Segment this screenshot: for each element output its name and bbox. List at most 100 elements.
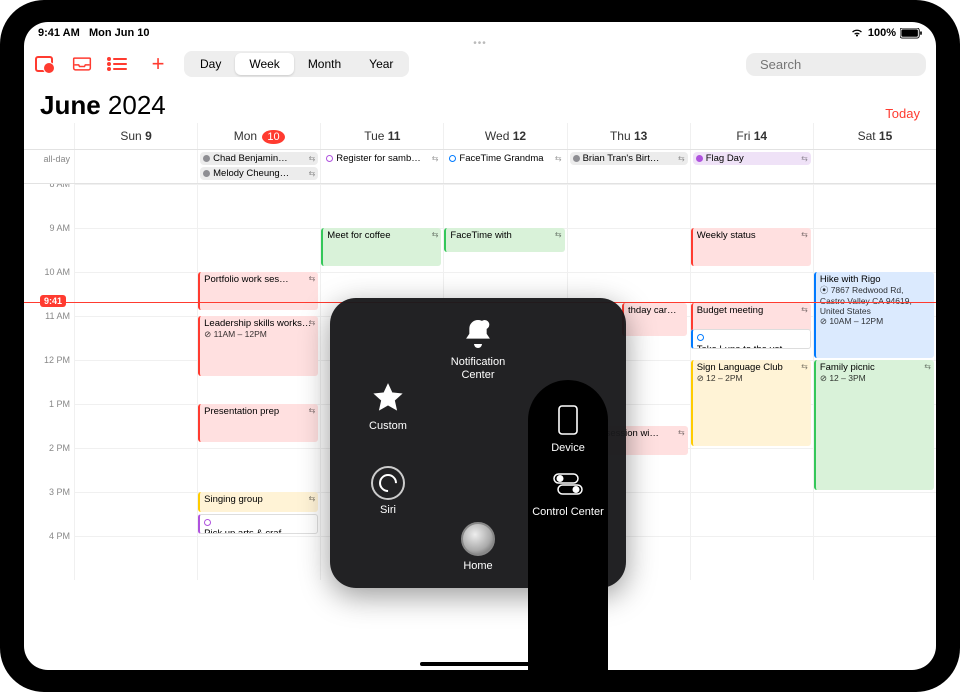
day-header-cell[interactable]: Sat 15 xyxy=(813,123,936,149)
battery-text: 100% xyxy=(868,27,896,39)
hour-label: 9 AM xyxy=(24,223,74,267)
seg-year[interactable]: Year xyxy=(355,53,407,75)
allday-event[interactable]: Brian Tran's Birt…⇆ xyxy=(570,152,688,165)
grid-cell[interactable] xyxy=(74,316,197,360)
at-control-center[interactable]: Control Center xyxy=(528,466,608,519)
grid-cell[interactable] xyxy=(74,360,197,404)
star-icon xyxy=(370,380,406,416)
grid-cell[interactable] xyxy=(197,536,320,580)
search-input[interactable] xyxy=(760,57,936,72)
calendar-event[interactable]: Leadership skills workshop⊘ 11AM – 12PM⇆ xyxy=(198,316,318,376)
calendars-button[interactable] xyxy=(34,54,54,74)
grid-cell[interactable] xyxy=(690,492,813,536)
grid-cell[interactable] xyxy=(74,492,197,536)
calendar-event[interactable]: Budget meeting⇆ xyxy=(691,303,811,332)
day-header-cell[interactable]: Wed 12 xyxy=(443,123,566,149)
ipad-frame: ••• 9:41 AM Mon Jun 10 100% + xyxy=(0,0,960,692)
hour-label: 8 AM xyxy=(24,184,74,223)
multitask-dots[interactable]: ••• xyxy=(473,38,487,49)
grid-cell[interactable] xyxy=(74,184,197,228)
home-button-icon xyxy=(461,522,495,556)
allday-event[interactable]: FaceTime Grandma⇆ xyxy=(446,152,564,165)
grid-cell[interactable] xyxy=(74,448,197,492)
year-label: 2024 xyxy=(108,90,166,120)
status-right: 100% xyxy=(850,27,922,39)
wifi-icon xyxy=(850,27,864,39)
list-view-button[interactable] xyxy=(110,54,130,74)
day-header-cell[interactable]: Thu 13 xyxy=(567,123,690,149)
grid-cell[interactable] xyxy=(690,448,813,492)
toolbar: + Day Week Month Year xyxy=(24,44,936,84)
allday-event[interactable]: Register for samb…⇆ xyxy=(323,152,441,165)
grid-cell[interactable] xyxy=(813,228,936,272)
hour-label: 3 PM xyxy=(24,487,74,531)
grid-cell[interactable] xyxy=(813,184,936,228)
month-label: June xyxy=(40,90,101,120)
grid-cell[interactable] xyxy=(74,228,197,272)
day-header-cell[interactable]: Tue 11 xyxy=(320,123,443,149)
calendar-event[interactable]: Family picnic⊘ 12 – 3PM⇆ xyxy=(814,360,934,490)
calendar-event[interactable]: Presentation prep⇆ xyxy=(198,404,318,442)
calendar-event[interactable]: Hike with Rigo⦿ 7867 Redwood Rd, Castro … xyxy=(814,272,934,358)
at-notification-center[interactable]: Notification Center xyxy=(438,316,518,381)
search-field[interactable] xyxy=(746,53,926,76)
grid-cell[interactable] xyxy=(813,492,936,536)
at-custom[interactable]: Custom xyxy=(348,380,428,432)
grid-cell[interactable] xyxy=(320,184,443,228)
day-header-cell[interactable]: Sun 9 xyxy=(74,123,197,149)
seg-day[interactable]: Day xyxy=(186,53,235,75)
grid-cell[interactable] xyxy=(567,184,690,228)
calendar-event[interactable]: Sign Language Club⊘ 12 – 2PM⇆ xyxy=(691,360,811,446)
grid-cell[interactable] xyxy=(197,228,320,272)
grid-cell[interactable] xyxy=(567,228,690,272)
battery-icon xyxy=(900,28,922,39)
day-header-cell[interactable]: Mon 10 xyxy=(197,123,320,149)
allday-event[interactable]: Chad Benjamin…⇆ xyxy=(200,152,318,165)
status-date: Mon Jun 10 xyxy=(89,27,150,39)
page-title: June 2024 xyxy=(40,90,166,121)
bell-icon xyxy=(460,316,496,352)
home-indicator[interactable] xyxy=(420,662,540,666)
calendar-event[interactable]: Weekly status⇆ xyxy=(691,228,811,266)
allday-event[interactable]: Flag Day⇆ xyxy=(693,152,811,165)
allday-event[interactable]: Melody Cheung…⇆ xyxy=(200,167,318,180)
inbox-button[interactable] xyxy=(72,54,92,74)
hour-label: 4 PM xyxy=(24,531,74,575)
add-event-button[interactable]: + xyxy=(148,54,168,74)
seg-week[interactable]: Week xyxy=(235,53,293,75)
at-siri[interactable]: Siri xyxy=(348,466,428,516)
status-time: 9:41 AM xyxy=(38,27,80,39)
calendar-event[interactable]: Pick up arts & craf… xyxy=(198,514,318,534)
calendar-event[interactable]: Meet for coffee⇆ xyxy=(321,228,441,266)
grid-cell[interactable] xyxy=(813,536,936,580)
calendar-event[interactable]: Take Luna to the vet xyxy=(691,329,811,349)
screen: ••• 9:41 AM Mon Jun 10 100% + xyxy=(24,22,936,670)
toggles-icon xyxy=(550,466,586,502)
seg-month[interactable]: Month xyxy=(294,53,355,75)
grid-cell[interactable] xyxy=(197,448,320,492)
allday-label: all-day xyxy=(24,150,74,183)
calendar-event[interactable]: thday car… xyxy=(622,303,687,336)
grid-cell[interactable] xyxy=(74,404,197,448)
hour-label: 2 PM xyxy=(24,443,74,487)
day-header-cell[interactable]: Fri 14 xyxy=(690,123,813,149)
allday-row: all-day Chad Benjamin…⇆ Melody Cheung…⇆ Re… xyxy=(24,150,936,184)
grid-cell[interactable] xyxy=(74,272,197,316)
at-device[interactable]: Device xyxy=(528,380,608,670)
calendar-event[interactable]: Portfolio work ses…⇆ xyxy=(198,272,318,310)
calendar-event[interactable]: Singing group⇆ xyxy=(198,492,318,512)
grid-cell[interactable] xyxy=(690,184,813,228)
view-segmented-control[interactable]: Day Week Month Year xyxy=(184,51,409,77)
hour-label: 11 AM xyxy=(24,311,74,355)
grid-cell[interactable] xyxy=(74,536,197,580)
today-button[interactable]: Today xyxy=(885,106,920,121)
month-header: June 2024 Today xyxy=(24,84,936,123)
assistivetouch-menu[interactable]: Notification Center Custom Device Siri C… xyxy=(330,298,626,588)
current-time-badge: 9:41 xyxy=(40,295,66,307)
at-home[interactable]: Home xyxy=(438,522,518,572)
grid-cell[interactable] xyxy=(197,184,320,228)
grid-cell[interactable] xyxy=(690,536,813,580)
device-icon xyxy=(550,402,586,438)
calendar-event[interactable]: FaceTime with⇆ xyxy=(444,228,564,252)
grid-cell[interactable] xyxy=(443,184,566,228)
